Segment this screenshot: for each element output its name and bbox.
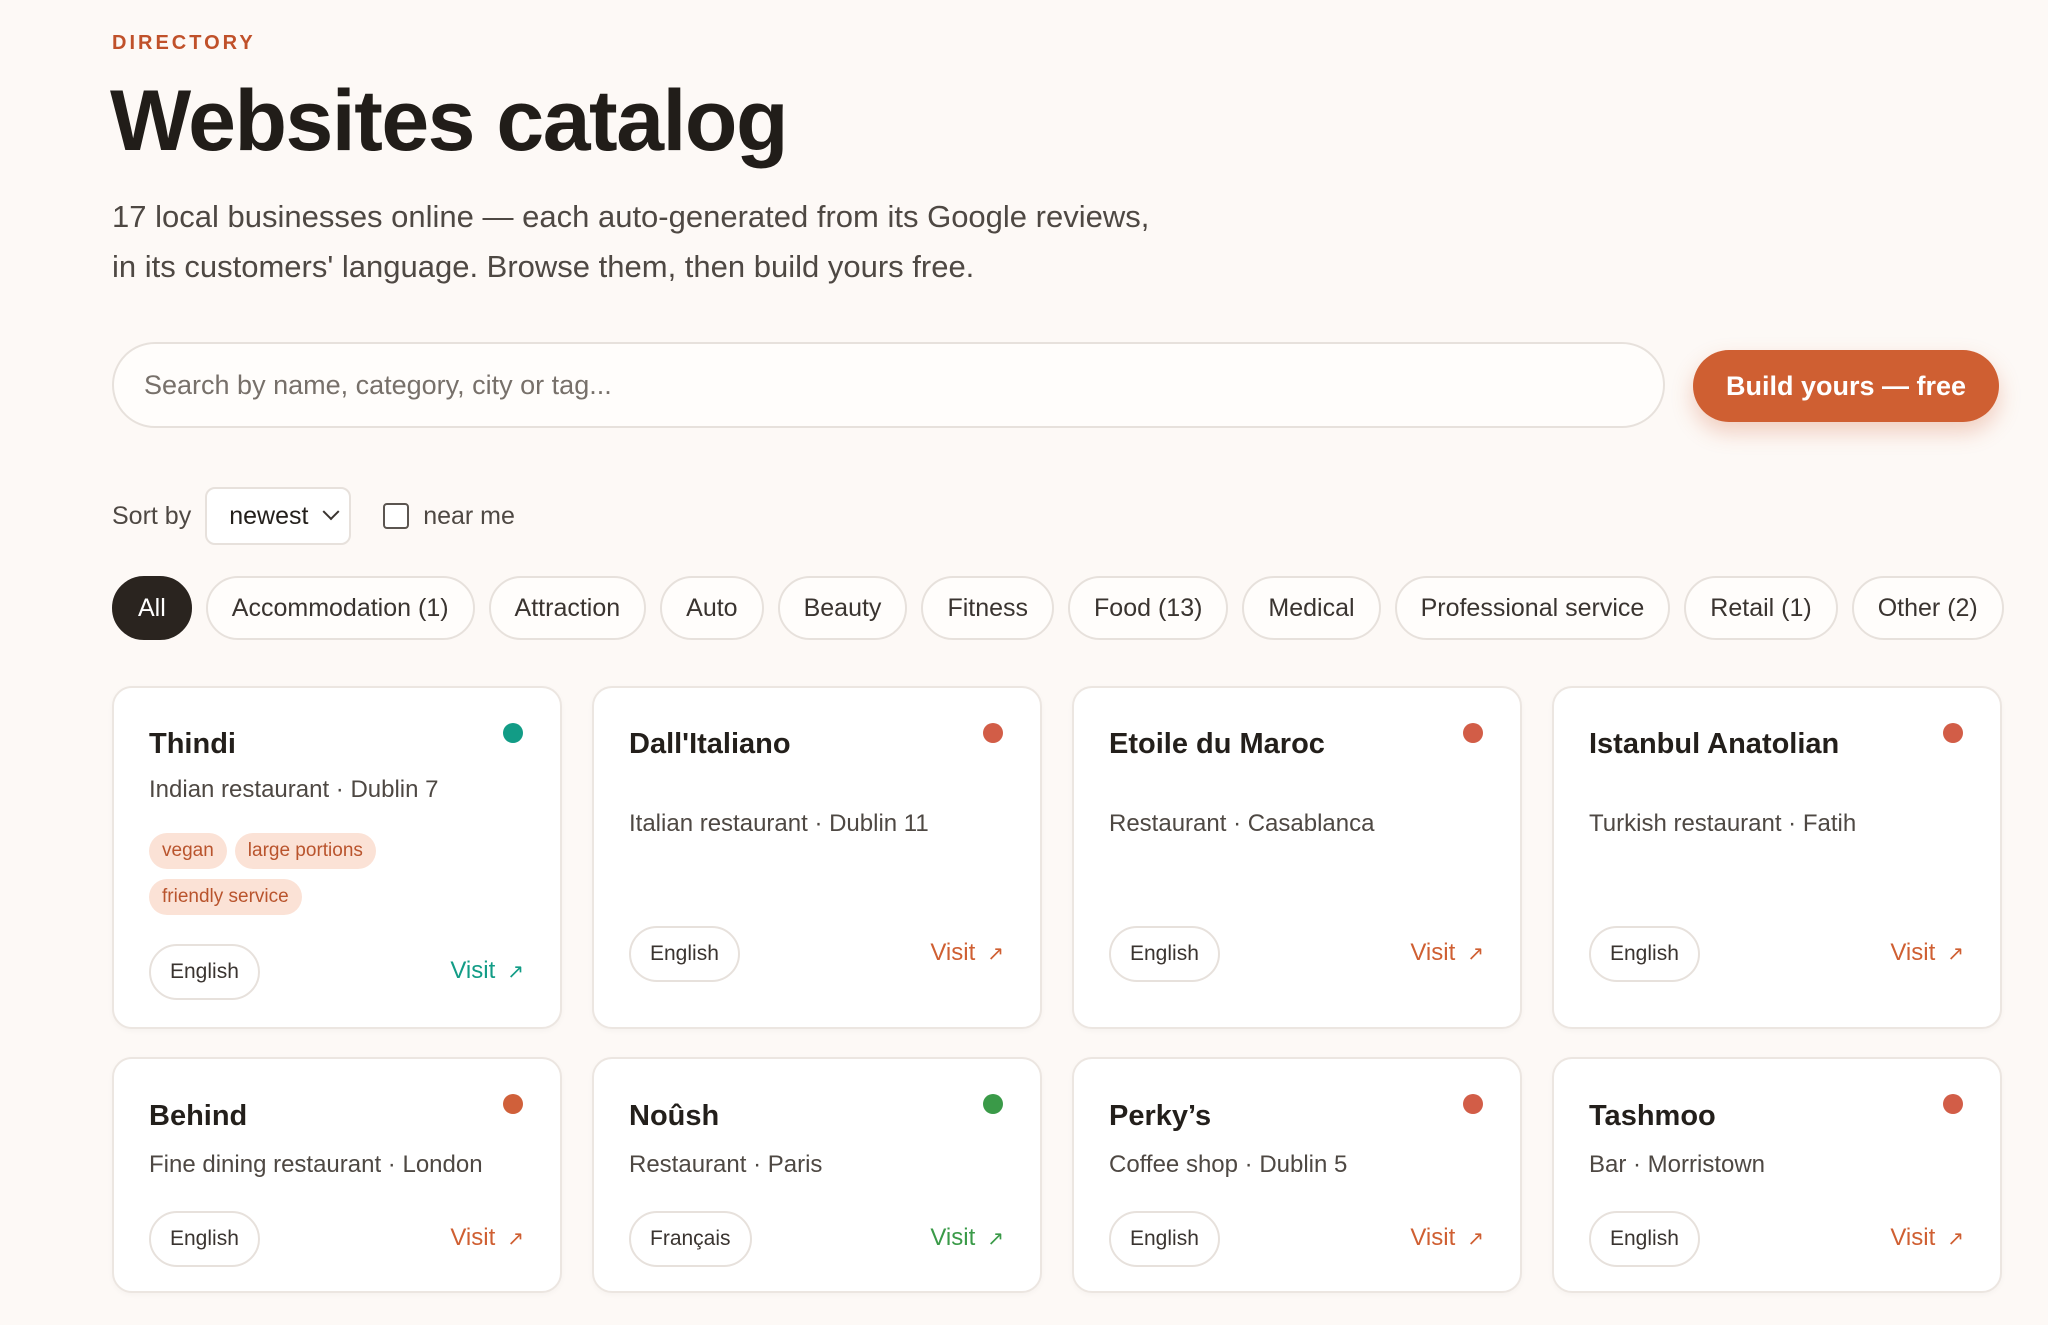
business-card: Istanbul Anatolian Turkish restaurant · F… [1552, 686, 2002, 1029]
near-me-checkbox[interactable] [383, 503, 410, 529]
page-title: Websites catalog [110, 73, 788, 169]
status-dot [1943, 1094, 1963, 1114]
filter-chip[interactable]: Food (13) [1068, 576, 1229, 640]
subtitle-line-1: 17 local businesses online — each auto-g… [112, 199, 1150, 234]
language-badge: English [1109, 1211, 1220, 1267]
search-input[interactable] [114, 369, 1663, 401]
business-meta: Restaurant · Paris [629, 1151, 823, 1178]
business-name: Behind [149, 1100, 248, 1132]
language-badge: English [1589, 926, 1700, 982]
business-meta: Indian restaurant · Dublin 7 [149, 776, 439, 803]
visit-link[interactable]: Visit ↗ [1410, 939, 1484, 967]
business-name: Thindi [149, 728, 236, 760]
external-arrow-icon: ↗ [1947, 942, 1964, 965]
business-meta: Restaurant · Casablanca [1109, 810, 1375, 837]
visit-label: Visit [450, 957, 496, 984]
visit-label: Visit [1890, 939, 1936, 966]
status-dot [503, 1094, 523, 1114]
business-name: Perky’s [1109, 1100, 1212, 1132]
external-arrow-icon: ↗ [987, 942, 1004, 965]
status-dot [983, 723, 1003, 743]
filter-chip[interactable]: Retail (1) [1684, 576, 1838, 640]
business-meta: Fine dining restaurant · London [149, 1151, 483, 1178]
directory-eyebrow: DIRECTORY [112, 32, 256, 54]
visit-link[interactable]: Visit ↗ [450, 1224, 524, 1252]
visit-link[interactable]: Visit ↗ [1890, 1224, 1964, 1252]
language-badge: English [1589, 1211, 1700, 1267]
language-badge: English [1109, 926, 1220, 982]
external-arrow-icon: ↗ [1467, 942, 1484, 965]
filter-chip[interactable]: Auto [660, 576, 764, 640]
chevron-down-icon [322, 503, 340, 521]
sort-controls: Sort by newest near me [112, 486, 515, 546]
tag-pill: vegan [149, 833, 227, 869]
visit-label: Visit [450, 1224, 496, 1251]
business-card: Tashmoo Bar · Morristown English Visit ↗ [1552, 1057, 2002, 1293]
language-badge: English [149, 944, 260, 1000]
business-meta: Coffee shop · Dublin 5 [1109, 1151, 1348, 1178]
page-subtitle: 17 local businesses online — each auto-g… [112, 192, 1312, 292]
near-me-label: near me [423, 501, 515, 530]
filter-chip[interactable]: Fitness [921, 576, 1055, 640]
build-yours-button[interactable]: Build yours — free [1693, 350, 1999, 422]
visit-link[interactable]: Visit ↗ [1890, 939, 1964, 967]
business-name: Dall'Italiano [629, 728, 791, 760]
visit-link[interactable]: Visit ↗ [1410, 1224, 1484, 1252]
visit-label: Visit [930, 939, 976, 966]
business-meta: Bar · Morristown [1589, 1151, 1766, 1178]
filter-chip[interactable]: Accommodation (1) [205, 576, 475, 640]
subtitle-line-2: in its customers' language. Browse them,… [112, 249, 975, 284]
business-name: Noûsh [629, 1100, 720, 1132]
business-card: Perky’s Coffee shop · Dublin 5 English Visi… [1072, 1057, 1522, 1293]
external-arrow-icon: ↗ [987, 1227, 1004, 1250]
business-name: Tashmoo [1589, 1100, 1716, 1132]
search-bar [112, 342, 1665, 428]
business-meta: Italian restaurant · Dublin 11 [629, 810, 929, 837]
status-dot [1463, 1094, 1483, 1114]
sort-select[interactable]: newest [205, 487, 352, 545]
visit-link[interactable]: Visit ↗ [930, 1224, 1004, 1252]
filter-chip[interactable]: All [112, 576, 192, 640]
external-arrow-icon: ↗ [1947, 1227, 1964, 1250]
business-name: Istanbul Anatolian [1589, 728, 1840, 760]
language-badge: English [629, 926, 740, 982]
sort-selected-value: newest [229, 501, 309, 530]
tag-list: vegan large portions friendly service [149, 833, 529, 925]
filter-chip[interactable]: Medical [1242, 576, 1381, 640]
visit-label: Visit [1410, 939, 1456, 966]
business-card: Etoile du Maroc Restaurant · Casablanca En… [1072, 686, 1522, 1029]
visit-link[interactable]: Visit ↗ [450, 957, 524, 985]
filter-chip[interactable]: Other (2) [1851, 576, 2004, 640]
visit-label: Visit [1410, 1224, 1456, 1251]
filter-chip[interactable]: Attraction [488, 576, 647, 640]
status-dot [503, 723, 523, 743]
business-meta: Turkish restaurant · Fatih [1589, 810, 1857, 837]
filter-chip[interactable]: Professional service [1394, 576, 1671, 640]
business-name: Etoile du Maroc [1109, 728, 1325, 760]
external-arrow-icon: ↗ [507, 960, 524, 983]
status-dot [1463, 723, 1483, 743]
business-card: Behind Fine dining restaurant · London Eng… [112, 1057, 562, 1293]
tag-pill: large portions [234, 833, 376, 869]
filter-chip[interactable]: Beauty [777, 576, 908, 640]
visit-link[interactable]: Visit ↗ [930, 939, 1004, 967]
business-card: Thindi Indian restaurant · Dublin 7 vegan l… [112, 686, 562, 1029]
business-card: Dall'Italiano Italian restaurant · Dublin… [592, 686, 1042, 1029]
language-badge: English [149, 1211, 260, 1267]
language-badge: Français [629, 1211, 752, 1267]
external-arrow-icon: ↗ [507, 1227, 524, 1250]
status-dot [983, 1094, 1003, 1114]
business-card: Noûsh Restaurant · Paris Français Visit ↗ [592, 1057, 1042, 1293]
visit-label: Visit [930, 1224, 976, 1251]
tag-pill: friendly service [149, 879, 302, 915]
status-dot [1943, 723, 1963, 743]
category-filters: All Accommodation (1) Attraction Auto Beauty… [112, 576, 2018, 640]
visit-label: Visit [1890, 1224, 1936, 1251]
near-me-toggle[interactable]: near me [383, 502, 515, 531]
sort-label: Sort by [112, 501, 192, 530]
external-arrow-icon: ↗ [1467, 1227, 1484, 1250]
